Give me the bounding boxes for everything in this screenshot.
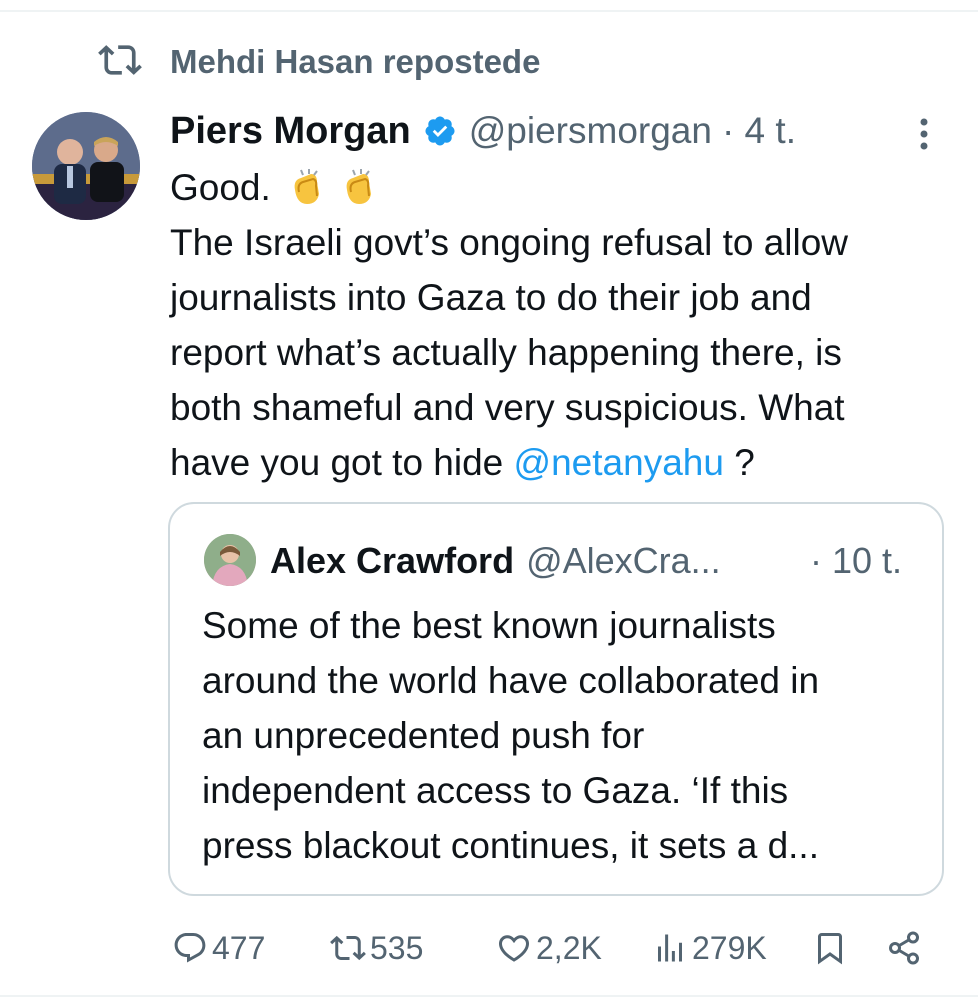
- bookmark-icon: [818, 933, 842, 965]
- quoted-line: an unprecedented push for: [202, 715, 645, 756]
- clapping-hands-icon: [346, 169, 372, 204]
- share-button[interactable]: [886, 925, 922, 971]
- quoted-line: press blackout continues, it sets a d...: [202, 825, 819, 866]
- like-count: 2,2K: [536, 929, 602, 966]
- bottom-divider: [0, 995, 978, 997]
- quoted-tweet-body: Some of the best known journalists aroun…: [202, 598, 932, 873]
- repost-icon: [98, 38, 142, 87]
- repost-button[interactable]: 535: [330, 925, 423, 971]
- quoted-tweet-timestamp[interactable]: · 10 t.: [810, 536, 902, 586]
- author-name[interactable]: Piers Morgan: [170, 110, 411, 153]
- tweet-line-5: both shameful and very suspicious. What: [170, 387, 845, 428]
- tweet-actions-bar: 477 535 2,2K 279K: [0, 925, 978, 971]
- views-icon: [658, 934, 682, 962]
- tweet-timestamp[interactable]: · 4 t.: [722, 110, 796, 152]
- tweet-line-3: journalists into Gaza to do their job an…: [170, 277, 812, 318]
- tweet-line-1: Good.: [170, 160, 960, 215]
- quoted-tweet[interactable]: Alex Crawford @AlexCra... · 10 t. Some o…: [168, 502, 944, 896]
- more-options-icon[interactable]: [910, 112, 938, 156]
- author-avatar[interactable]: [32, 112, 140, 220]
- tweet-line-6: have you got to hide @netanyahu ?: [170, 442, 755, 483]
- repost-label: Mehdi Hasan repostede: [170, 43, 541, 80]
- quoted-author-handle[interactable]: @AlexCra...: [526, 540, 721, 582]
- repost-context[interactable]: Mehdi Hasan repostede: [98, 40, 540, 84]
- reply-button[interactable]: 477: [172, 925, 265, 971]
- tweet-line-2: The Israeli govt’s ongoing refusal to al…: [170, 222, 849, 263]
- share-icon: [889, 931, 919, 965]
- quoted-line: independent access to Gaza. ‘If this: [202, 770, 789, 811]
- author-handle[interactable]: @piersmorgan: [469, 110, 712, 152]
- like-button[interactable]: 2,2K: [496, 925, 602, 971]
- bookmark-button[interactable]: [812, 925, 848, 971]
- tweet-body: Good. The Israeli govt’s ongoing refusal…: [170, 160, 960, 490]
- clapping-hands-icon: [294, 169, 320, 204]
- views-button[interactable]: 279K: [652, 925, 767, 971]
- top-divider: [0, 10, 978, 12]
- tweet-line-4: report what’s actually happening there, …: [170, 332, 842, 373]
- quoted-author-avatar[interactable]: [204, 534, 256, 586]
- quoted-line: around the world have collaborated in: [202, 660, 820, 701]
- reply-count: 477: [212, 929, 266, 966]
- mention-link[interactable]: @netanyahu: [514, 442, 724, 483]
- repost-count: 535: [370, 929, 424, 966]
- verified-badge-icon: [425, 116, 455, 146]
- quoted-author-name[interactable]: Alex Crawford: [270, 540, 514, 582]
- quoted-line: Some of the best known journalists: [202, 605, 776, 646]
- like-icon: [498, 935, 530, 962]
- views-count: 279K: [692, 929, 767, 966]
- reply-icon: [174, 933, 206, 963]
- repost-icon: [330, 935, 366, 961]
